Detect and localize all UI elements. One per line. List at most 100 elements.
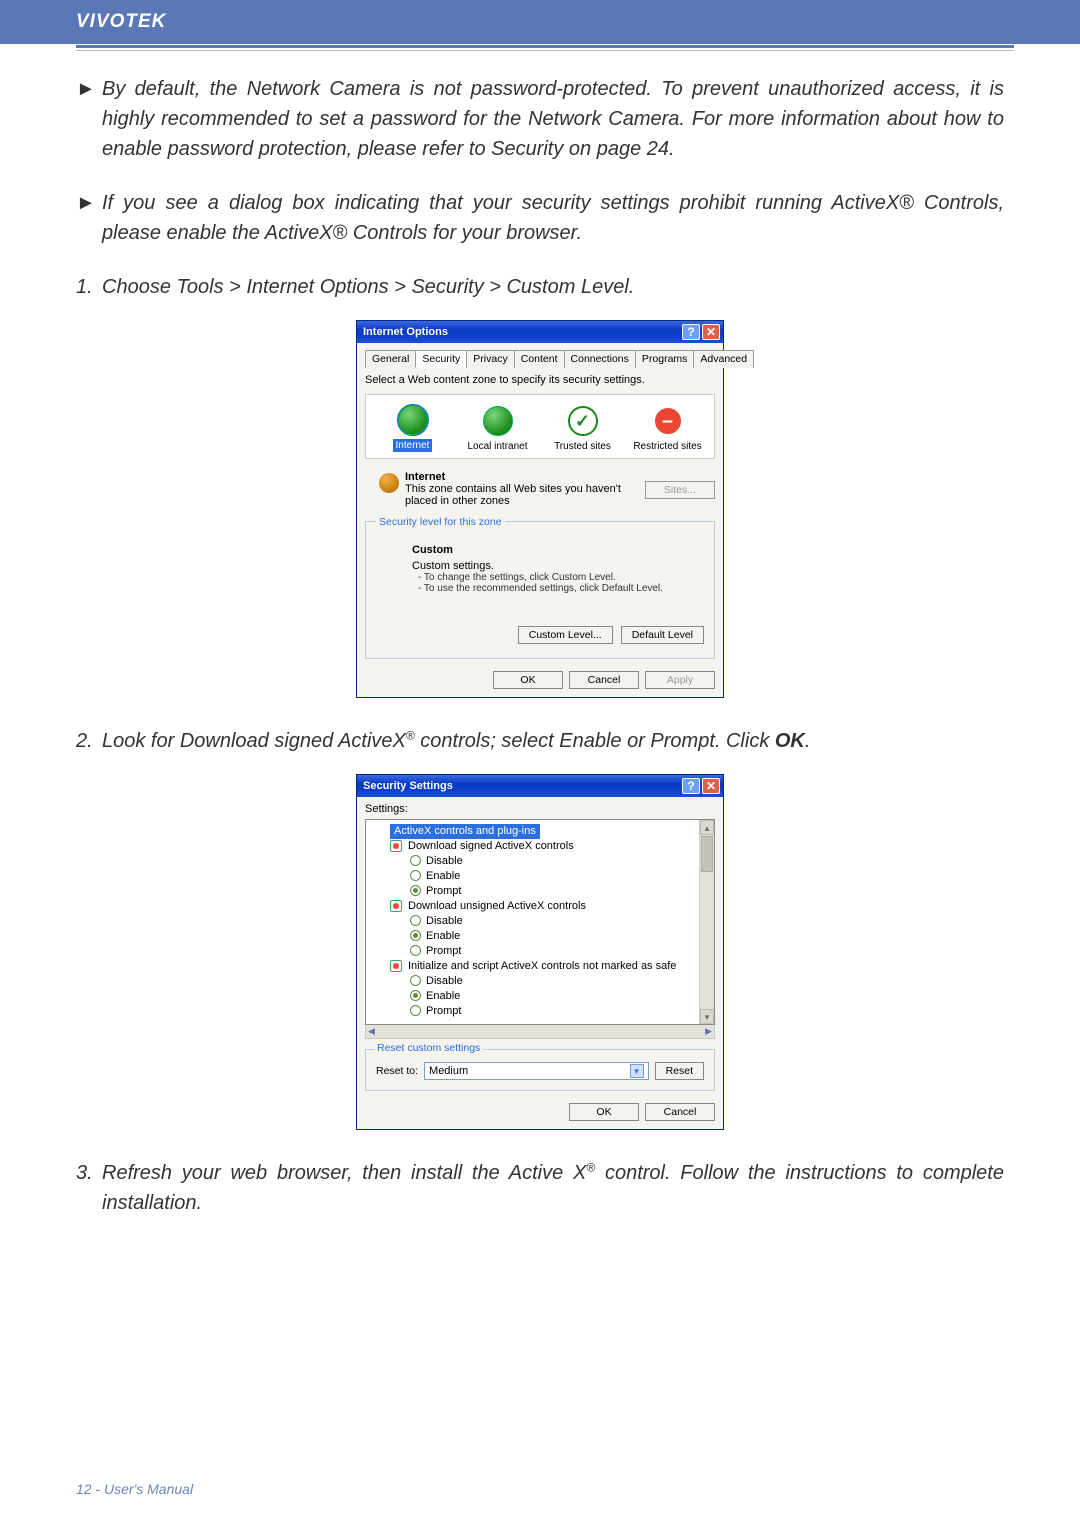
tree-item-label: Download unsigned ActiveX controls <box>408 900 586 912</box>
step-2: 2. Look for Download signed ActiveX® con… <box>76 726 1004 756</box>
scroll-right-icon[interactable]: ▶ <box>705 1026 712 1037</box>
zone-label: Local intranet <box>467 441 527 452</box>
tree-item-label: Disable <box>426 915 463 927</box>
fieldset-legend: Security level for this zone <box>376 516 505 528</box>
close-icon[interactable]: ✕ <box>702 324 720 340</box>
security-level-fieldset: Security level for this zone Custom Cust… <box>365 521 715 659</box>
tree-item[interactable]: Enable <box>370 869 714 884</box>
tab-content[interactable]: Content <box>514 350 565 368</box>
tree-item-label: Prompt <box>426 1005 461 1017</box>
ok-button[interactable]: OK <box>493 671 563 689</box>
header-rule-thin <box>76 50 1014 51</box>
bullet-1-text: By default, the Network Camera is not pa… <box>102 74 1004 164</box>
tab-connections[interactable]: Connections <box>564 350 636 368</box>
tree-item: Initialize and script ActiveX controls n… <box>370 959 714 974</box>
tree-item: Download unsigned ActiveX controls <box>370 899 714 914</box>
reset-to-select[interactable]: Medium ▾ <box>424 1062 649 1080</box>
globe-icon <box>398 405 428 435</box>
radio-icon[interactable] <box>410 945 421 956</box>
custom-hint-2: - To use the recommended settings, click… <box>418 583 704 594</box>
tree-item-label: Prompt <box>426 945 461 957</box>
ok-button[interactable]: OK <box>569 1103 639 1121</box>
tab-programs[interactable]: Programs <box>635 350 695 368</box>
dialog-titlebar[interactable]: Internet Options ? ✕ <box>357 321 723 343</box>
zone-name: Internet <box>405 471 645 483</box>
scroll-up-icon[interactable]: ▴ <box>700 820 714 835</box>
tab-general[interactable]: General <box>365 350 416 368</box>
select-value: Medium <box>429 1065 468 1077</box>
radio-icon[interactable] <box>410 870 421 881</box>
reset-fieldset: Reset custom settings Reset to: Medium ▾… <box>365 1049 715 1091</box>
cancel-button[interactable]: Cancel <box>645 1103 715 1121</box>
radio-icon[interactable] <box>410 990 421 1001</box>
tab-bar: General Security Privacy Content Connect… <box>365 349 715 368</box>
help-icon[interactable]: ? <box>682 324 700 340</box>
radio-icon[interactable] <box>410 1005 421 1016</box>
tree-item[interactable]: Disable <box>370 854 714 869</box>
apply-button[interactable]: Apply <box>645 671 715 689</box>
close-icon[interactable]: ✕ <box>702 778 720 794</box>
zone-label: Trusted sites <box>554 441 611 452</box>
custom-level-button[interactable]: Custom Level... <box>518 626 613 644</box>
tab-security[interactable]: Security <box>415 350 467 368</box>
globe-icon <box>379 473 399 493</box>
gear-icon <box>390 900 402 912</box>
internet-options-dialog: Internet Options ? ✕ General Security Pr… <box>356 320 724 698</box>
tree-item-label: Disable <box>426 855 463 867</box>
dialog-titlebar[interactable]: Security Settings ? ✕ <box>357 775 723 797</box>
tree-item[interactable]: Disable <box>370 974 714 989</box>
radio-icon[interactable] <box>410 975 421 986</box>
radio-icon[interactable] <box>410 930 421 941</box>
page-footer: 12 - User's Manual <box>76 1481 193 1497</box>
gear-icon <box>390 960 402 972</box>
radio-icon[interactable] <box>410 915 421 926</box>
tree-item: ActiveX controls and plug-ins <box>390 824 540 839</box>
step-number: 2. <box>76 726 102 756</box>
tree-item-label: Enable <box>426 990 460 1002</box>
zone-local-intranet[interactable]: Local intranet <box>463 406 533 452</box>
zone-restricted-sites[interactable]: – Restricted sites <box>633 406 703 452</box>
page-header: VIVOTEK <box>0 0 1080 44</box>
step-2-text: Look for Download signed ActiveX® contro… <box>102 726 1004 756</box>
tab-privacy[interactable]: Privacy <box>466 350 514 368</box>
sites-button[interactable]: Sites... <box>645 481 715 499</box>
zone-label: Restricted sites <box>633 441 701 452</box>
settings-tree[interactable]: ▴▾ActiveX controls and plug-insDownload … <box>365 819 715 1025</box>
tree-item[interactable]: Disable <box>370 914 714 929</box>
bullet-arrow-icon: ► <box>76 188 102 248</box>
tree-item[interactable]: Enable <box>370 929 714 944</box>
dialog-title: Security Settings <box>363 780 682 792</box>
tree-item-label: ActiveX controls and plug-ins <box>394 825 536 837</box>
bullet-2: ► If you see a dialog box indicating tha… <box>76 188 1004 248</box>
cancel-button[interactable]: Cancel <box>569 671 639 689</box>
reset-button[interactable]: Reset <box>655 1062 704 1080</box>
tab-advanced[interactable]: Advanced <box>693 350 754 368</box>
help-icon[interactable]: ? <box>682 778 700 794</box>
radio-icon[interactable] <box>410 885 421 896</box>
tree-item-label: Enable <box>426 870 460 882</box>
tree-item-label: Download signed ActiveX controls <box>408 840 574 852</box>
zone-internet[interactable]: Internet <box>378 405 448 452</box>
brand: VIVOTEK <box>76 11 166 33</box>
reset-legend: Reset custom settings <box>374 1042 483 1054</box>
tree-item[interactable]: Enable <box>370 989 714 1004</box>
zone-trusted-sites[interactable]: ✓ Trusted sites <box>548 406 618 452</box>
default-level-button[interactable]: Default Level <box>621 626 704 644</box>
tree-item-label: Enable <box>426 930 460 942</box>
step-1-text: Choose Tools > Internet Options > Securi… <box>102 272 1004 302</box>
horizontal-scrollbar[interactable]: ◀ ▶ <box>365 1024 715 1039</box>
step-1: 1. Choose Tools > Internet Options > Sec… <box>76 272 1004 302</box>
custom-title: Custom <box>412 544 704 556</box>
step-3: 3. Refresh your web browser, then instal… <box>76 1158 1004 1218</box>
tree-item-label: Initialize and script ActiveX controls n… <box>408 960 676 972</box>
reset-to-label: Reset to: <box>376 1065 418 1077</box>
tree-item[interactable]: Prompt <box>370 884 714 899</box>
bullet-arrow-icon: ► <box>76 74 102 164</box>
radio-icon[interactable] <box>410 855 421 866</box>
tree-item[interactable]: Prompt <box>370 944 714 959</box>
gear-icon <box>390 840 402 852</box>
bullet-1: ► By default, the Network Camera is not … <box>76 74 1004 164</box>
tree-item[interactable]: Prompt <box>370 1004 714 1019</box>
scroll-left-icon[interactable]: ◀ <box>368 1026 375 1037</box>
step-number: 1. <box>76 272 102 302</box>
